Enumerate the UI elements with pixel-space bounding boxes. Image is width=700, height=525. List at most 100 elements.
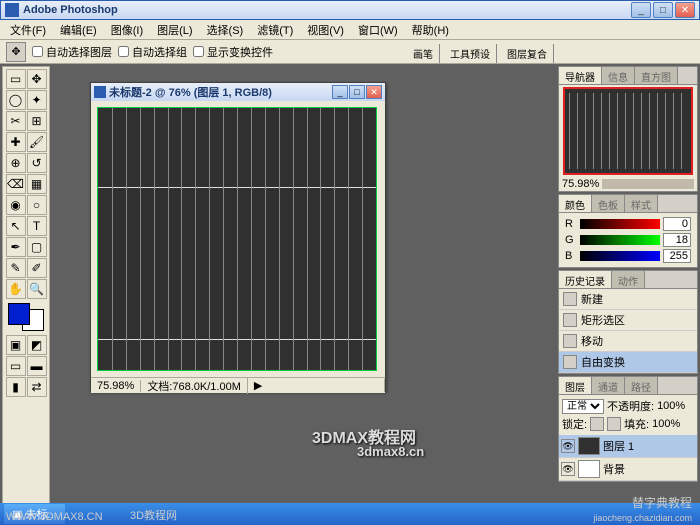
menu-window[interactable]: 窗口(W) bbox=[352, 20, 404, 40]
opacity-value[interactable]: 100% bbox=[657, 400, 685, 412]
app-titlebar: Adobe Photoshop _ □ ✕ bbox=[0, 0, 700, 20]
tab-styles[interactable]: 样式 bbox=[625, 195, 658, 212]
color-swatch[interactable] bbox=[8, 303, 44, 331]
layer-item[interactable]: 👁 背景 bbox=[559, 458, 697, 481]
b-value[interactable]: 255 bbox=[663, 249, 691, 263]
lock-pixels-icon[interactable] bbox=[607, 417, 621, 431]
history-item[interactable]: 矩形选区 bbox=[559, 310, 697, 331]
auto-select-group-checkbox[interactable]: 自动选择组 bbox=[118, 44, 187, 60]
layer-item[interactable]: 👁 图层 1 bbox=[559, 435, 697, 458]
nav-zoom-slider[interactable] bbox=[602, 179, 694, 189]
move-tool-icon: ✥ bbox=[6, 42, 26, 62]
brush-tool[interactable]: 🖌 bbox=[27, 132, 47, 152]
menu-image[interactable]: 图像(I) bbox=[105, 20, 149, 40]
options-bar: ✥ 自动选择图层 自动选择组 显示变换控件 bbox=[0, 40, 700, 64]
history-item[interactable]: 新建 bbox=[559, 289, 697, 310]
zoom-tool[interactable]: 🔍 bbox=[27, 279, 47, 299]
blend-mode-select[interactable]: 正常 bbox=[562, 399, 604, 414]
doc-maximize[interactable]: □ bbox=[349, 85, 365, 99]
g-value[interactable]: 18 bbox=[663, 233, 691, 247]
footer-right1: 替字典教程 bbox=[632, 494, 692, 511]
fill-value[interactable]: 100% bbox=[652, 418, 680, 430]
notes-tool[interactable]: ✎ bbox=[6, 258, 26, 278]
history-panel: 历史记录 动作 新建 矩形选区 移动 自由变换 bbox=[558, 270, 698, 374]
screen-mode-3[interactable]: ▮ bbox=[6, 377, 26, 397]
pen-tool[interactable]: ✒ bbox=[6, 237, 26, 257]
tab-color[interactable]: 颜色 bbox=[559, 195, 592, 212]
tab-actions[interactable]: 动作 bbox=[612, 271, 645, 288]
navigator-panel: 导航器 信息 直方图 75.98% bbox=[558, 66, 698, 192]
history-item[interactable]: 自由变换 bbox=[559, 352, 697, 373]
layer-thumbnail[interactable] bbox=[578, 437, 600, 455]
history-brush-tool[interactable]: ↺ bbox=[27, 153, 47, 173]
r-value[interactable]: 0 bbox=[663, 217, 691, 231]
menu-file[interactable]: 文件(F) bbox=[4, 20, 52, 40]
blur-tool[interactable]: ◉ bbox=[6, 195, 26, 215]
standard-mode[interactable]: ▣ bbox=[6, 335, 26, 355]
auto-select-layer-checkbox[interactable]: 自动选择图层 bbox=[32, 44, 112, 60]
menu-help[interactable]: 帮助(H) bbox=[406, 20, 455, 40]
slice-tool[interactable]: ⊞ bbox=[27, 111, 47, 131]
tab-layer-comps[interactable]: 图层复合 bbox=[501, 44, 554, 63]
navigator-thumbnail[interactable] bbox=[563, 87, 693, 175]
tab-history[interactable]: 历史记录 bbox=[559, 271, 612, 288]
tab-paths[interactable]: 路径 bbox=[625, 377, 658, 394]
marquee-tool[interactable]: ▭ bbox=[6, 69, 26, 89]
wand-tool[interactable]: ✦ bbox=[27, 90, 47, 110]
tab-swatches[interactable]: 色板 bbox=[592, 195, 625, 212]
type-tool[interactable]: T bbox=[27, 216, 47, 236]
g-slider[interactable] bbox=[580, 235, 660, 245]
menu-select[interactable]: 选择(S) bbox=[201, 20, 250, 40]
jump-to[interactable]: ⇄ bbox=[27, 377, 47, 397]
crop-tool[interactable]: ✂ bbox=[6, 111, 26, 131]
doc-minimize[interactable]: _ bbox=[332, 85, 348, 99]
doc-title: 未标题-2 @ 76% (图层 1, RGB/8) bbox=[109, 84, 332, 100]
tab-histogram[interactable]: 直方图 bbox=[635, 67, 678, 84]
menu-filter[interactable]: 滤镜(T) bbox=[251, 20, 299, 40]
menu-edit[interactable]: 编辑(E) bbox=[54, 20, 103, 40]
eraser-tool[interactable]: ⌫ bbox=[6, 174, 26, 194]
menu-view[interactable]: 视图(V) bbox=[301, 20, 350, 40]
close-button[interactable]: ✕ bbox=[675, 2, 695, 18]
path-tool[interactable]: ↖ bbox=[6, 216, 26, 236]
doc-zoom[interactable]: 75.98% bbox=[91, 380, 141, 392]
tab-channels[interactable]: 通道 bbox=[592, 377, 625, 394]
screen-mode-2[interactable]: ▬ bbox=[27, 356, 47, 376]
tab-brushes[interactable]: 画笔 bbox=[407, 44, 440, 63]
tab-navigator[interactable]: 导航器 bbox=[559, 67, 602, 84]
screen-mode-1[interactable]: ▭ bbox=[6, 356, 26, 376]
history-item[interactable]: 移动 bbox=[559, 331, 697, 352]
lasso-tool[interactable]: ◯ bbox=[6, 90, 26, 110]
tab-tool-presets[interactable]: 工具预设 bbox=[444, 44, 497, 63]
stamp-tool[interactable]: ⊕ bbox=[6, 153, 26, 173]
shape-tool[interactable]: ▢ bbox=[27, 237, 47, 257]
visibility-icon[interactable]: 👁 bbox=[561, 462, 575, 476]
app-title: Adobe Photoshop bbox=[23, 4, 631, 16]
eyedropper-tool[interactable]: ✐ bbox=[27, 258, 47, 278]
nav-zoom-value[interactable]: 75.98% bbox=[562, 178, 599, 190]
heal-tool[interactable]: ✚ bbox=[6, 132, 26, 152]
document-canvas[interactable] bbox=[97, 107, 377, 371]
tab-layers[interactable]: 图层 bbox=[559, 377, 592, 394]
move-tool[interactable]: ✥ bbox=[27, 69, 47, 89]
watermark-url: 3dmax8.cn bbox=[357, 444, 424, 459]
footer-url: WWW.3DMAX8.CN bbox=[6, 511, 103, 523]
visibility-icon[interactable]: 👁 bbox=[561, 439, 575, 453]
color-panel: 颜色 色板 样式 R0 G18 B255 bbox=[558, 194, 698, 268]
b-slider[interactable] bbox=[580, 251, 660, 261]
doc-icon bbox=[94, 86, 106, 98]
hand-tool[interactable]: ✋ bbox=[6, 279, 26, 299]
doc-close[interactable]: ✕ bbox=[366, 85, 382, 99]
r-slider[interactable] bbox=[580, 219, 660, 229]
foreground-color[interactable] bbox=[8, 303, 30, 325]
tab-info[interactable]: 信息 bbox=[602, 67, 635, 84]
lock-transparency-icon[interactable] bbox=[590, 417, 604, 431]
minimize-button[interactable]: _ bbox=[631, 2, 651, 18]
quickmask-mode[interactable]: ◩ bbox=[27, 335, 47, 355]
maximize-button[interactable]: □ bbox=[653, 2, 673, 18]
dodge-tool[interactable]: ○ bbox=[27, 195, 47, 215]
menu-layer[interactable]: 图层(L) bbox=[151, 20, 198, 40]
layer-thumbnail[interactable] bbox=[578, 460, 600, 478]
show-transform-checkbox[interactable]: 显示变换控件 bbox=[193, 44, 273, 60]
gradient-tool[interactable]: ▦ bbox=[27, 174, 47, 194]
